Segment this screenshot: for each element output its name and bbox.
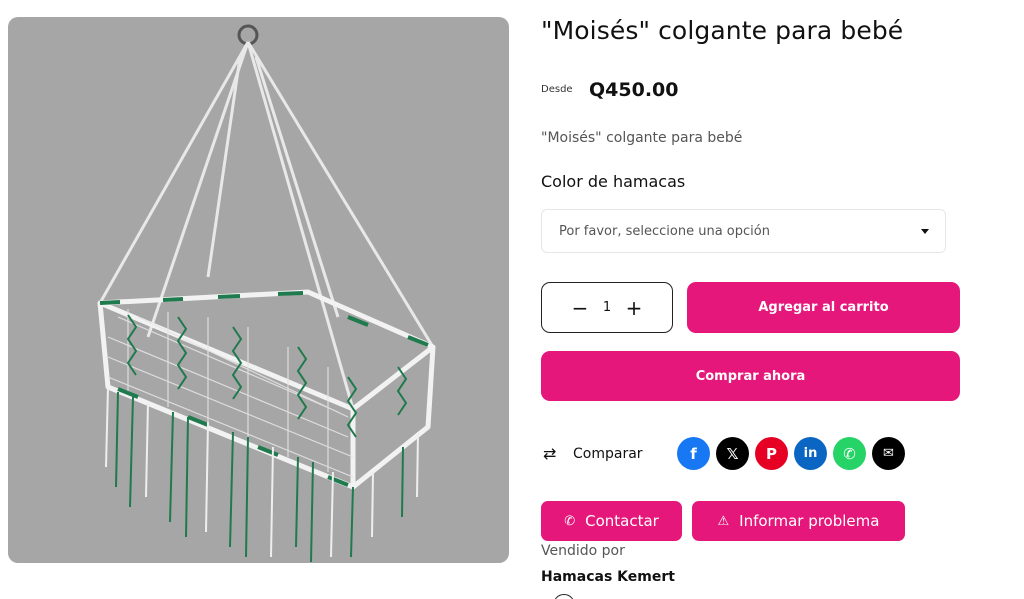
report-problem-button[interactable]: ⚠ Informar problema (692, 501, 905, 541)
vendor-avatar[interactable] (553, 594, 575, 599)
warning-icon: ⚠ (717, 513, 730, 529)
phone-icon: ✆ (564, 513, 576, 529)
compare-label: Comparar (573, 445, 643, 462)
vendor-name[interactable]: Hamacas Kemert (541, 569, 675, 585)
compare-arrows-icon: ⇄ (543, 444, 557, 463)
product-image[interactable] (8, 17, 509, 563)
whatsapp-icon[interactable]: ✆ (833, 437, 866, 470)
short-description: "Moisés" colgante para bebé (541, 130, 743, 146)
x-icon[interactable]: 𝕏 (716, 437, 749, 470)
buy-now-button[interactable]: Comprar ahora (541, 351, 960, 401)
contact-button[interactable]: ✆ Contactar (541, 501, 682, 541)
product-price: Q450.00 (589, 79, 679, 101)
report-label: Informar problema (739, 512, 880, 530)
product-title: "Moisés" colgante para bebé (541, 16, 904, 45)
linkedin-icon[interactable]: in (794, 437, 827, 470)
compare-link[interactable]: ⇄ Comparar (543, 444, 643, 463)
share-icons: f 𝕏 P in ✆ ✉ (677, 437, 905, 470)
add-to-cart-button[interactable]: Agregar al carrito (687, 282, 960, 333)
variant-label: Color de hamacas (541, 172, 686, 191)
color-select[interactable]: Por favor, seleccione una opción (541, 209, 946, 253)
decrease-quantity-button[interactable]: − (565, 298, 595, 318)
quantity-stepper: − 1 + (541, 282, 673, 333)
price-prefix: Desde (541, 84, 573, 95)
color-select-placeholder: Por favor, seleccione una opción (559, 223, 770, 239)
quantity-value[interactable]: 1 (595, 300, 619, 315)
hanging-bassinet-image (97, 24, 436, 563)
sold-by-label: Vendido por (541, 543, 625, 559)
increase-quantity-button[interactable]: + (619, 298, 649, 318)
contact-label: Contactar (585, 512, 659, 530)
email-icon[interactable]: ✉ (872, 437, 905, 470)
facebook-icon[interactable]: f (677, 437, 710, 470)
pinterest-icon[interactable]: P (755, 437, 788, 470)
caret-down-icon (921, 229, 929, 234)
